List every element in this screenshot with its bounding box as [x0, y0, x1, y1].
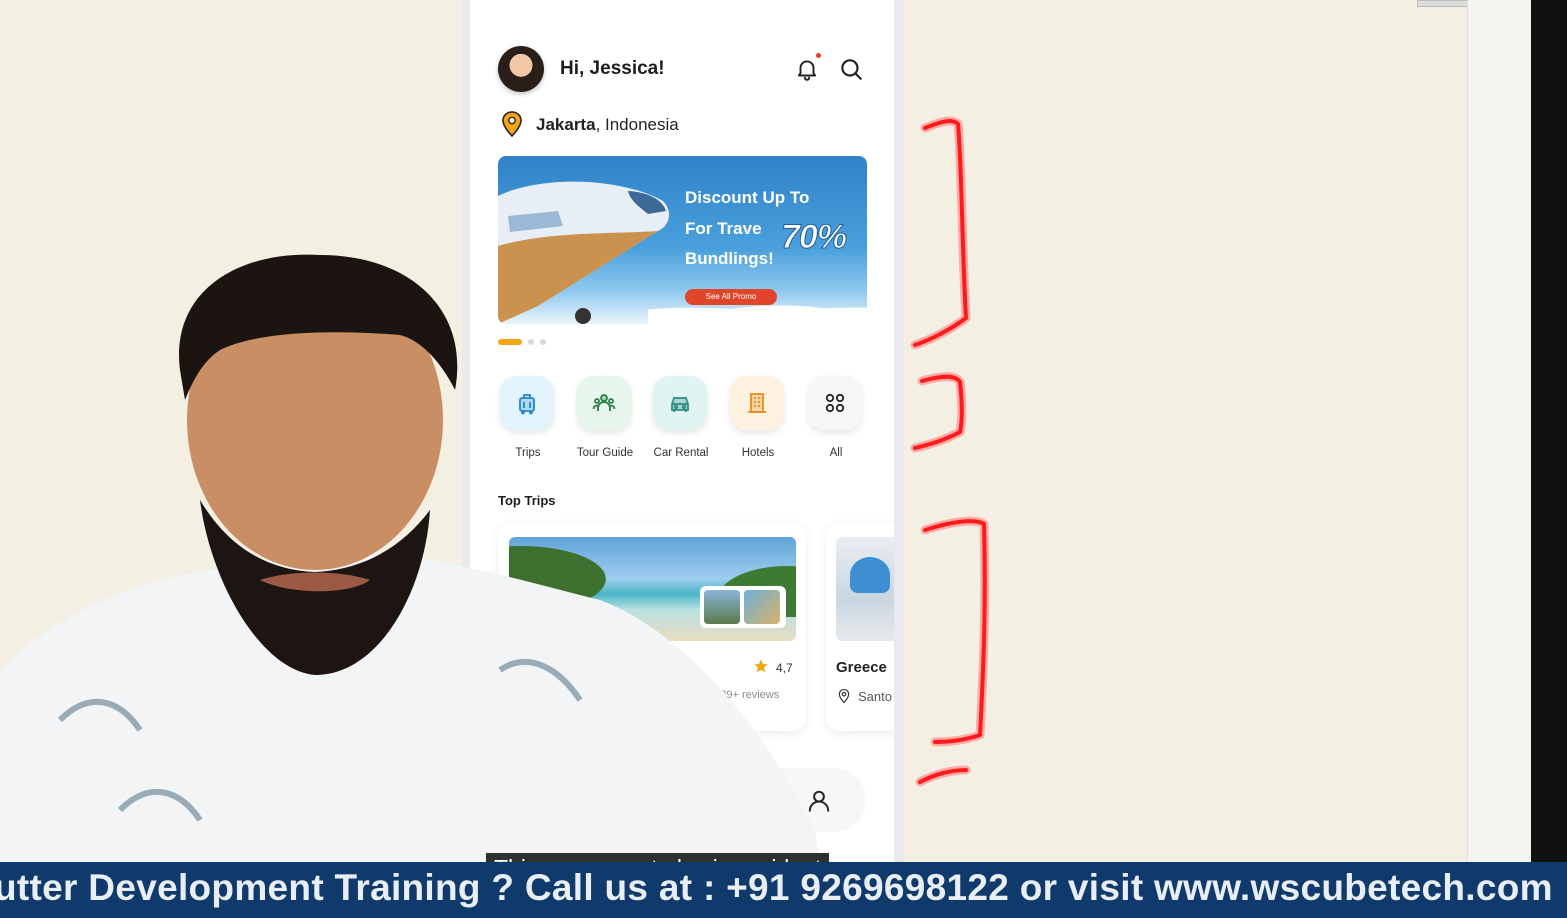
promo-ticker: utter Development Training ? Call us at …: [0, 862, 1567, 918]
avatar[interactable]: [498, 46, 544, 92]
location-city: Jakarta: [536, 115, 596, 134]
search-icon[interactable]: [838, 56, 864, 82]
trip-card[interactable]: Greece Santo: [826, 523, 894, 731]
presenter-video-overlay: [0, 254, 820, 862]
location-country: , Indonesia: [595, 115, 679, 134]
side-panel: [1467, 0, 1532, 862]
ticker-text: utter Development Training ? Call us at …: [0, 867, 1553, 908]
location-pin-icon: [838, 688, 850, 704]
photo-dome: [850, 557, 890, 593]
greeting-text: Hi, Jessica!: [560, 58, 665, 79]
screen-edge: [1531, 0, 1567, 862]
trip-photo: [836, 537, 894, 641]
banner-headline-1: Discount Up To: [685, 188, 810, 207]
grid-icon: [825, 393, 845, 413]
trip-location: Santo: [858, 689, 892, 704]
bell-icon[interactable]: [794, 56, 820, 82]
trip-title: Greece: [836, 659, 887, 676]
banner-headline-2: For Trave: [685, 219, 762, 238]
notification-dot: [816, 53, 821, 58]
location-pin-icon: [502, 111, 522, 137]
location-text: Jakarta, Indonesia: [536, 115, 679, 135]
home-header: Hi, Jessica!: [498, 46, 868, 94]
